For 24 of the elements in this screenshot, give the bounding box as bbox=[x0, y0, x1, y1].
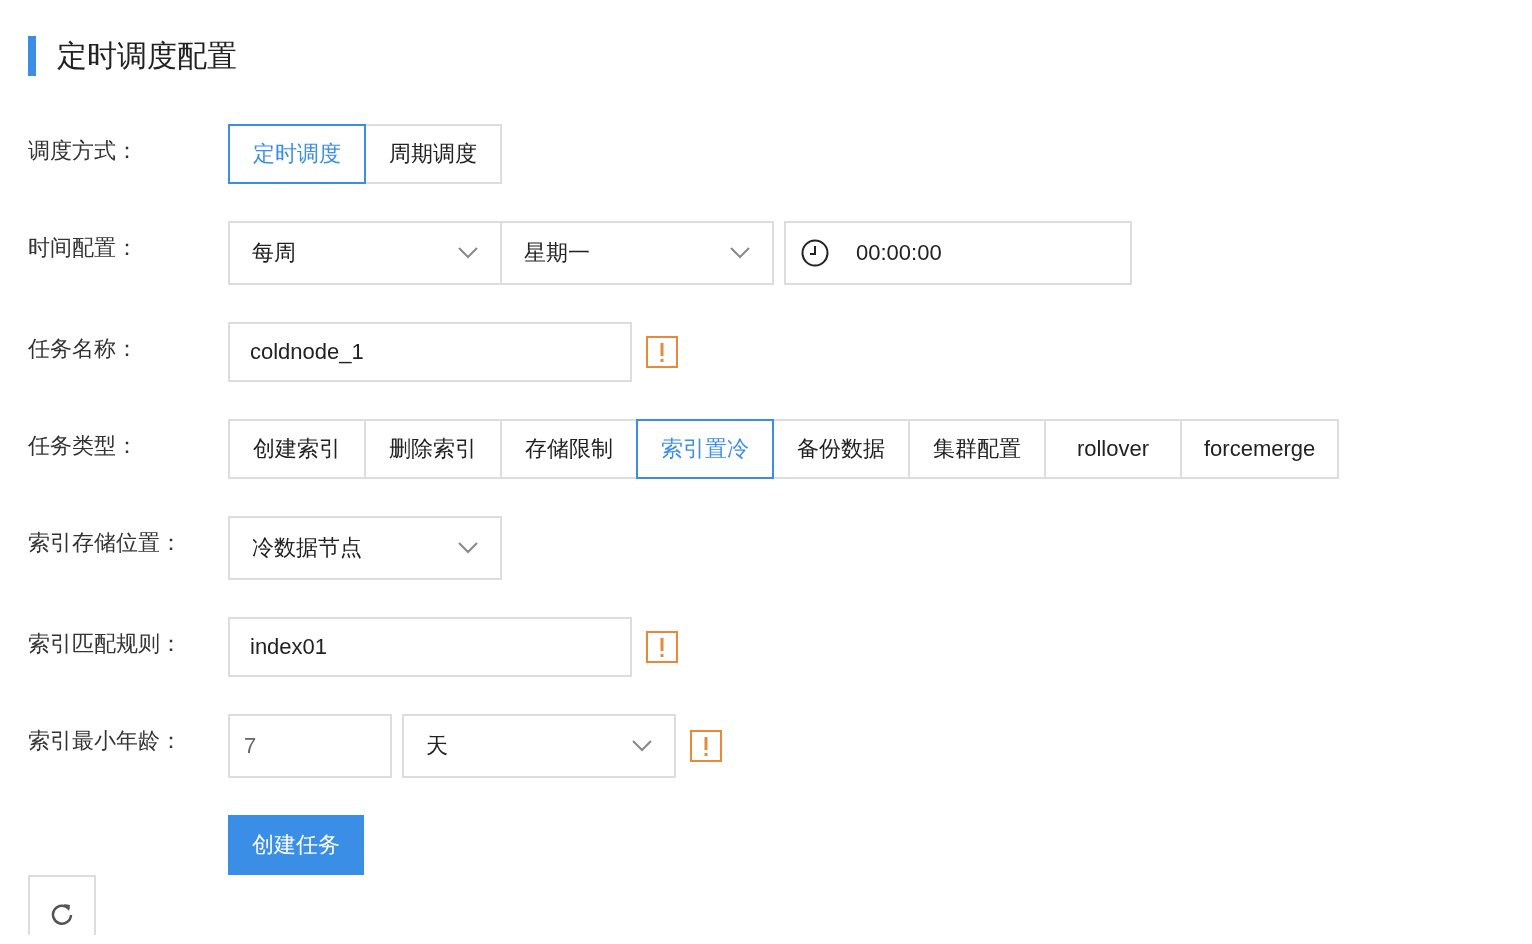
segment-option[interactable]: 周期调度 bbox=[364, 124, 502, 184]
segment-option[interactable]: forcemerge bbox=[1180, 419, 1340, 479]
segment-option[interactable]: 集群配置 bbox=[908, 419, 1046, 479]
segment-option[interactable]: 备份数据 bbox=[772, 419, 910, 479]
segment-option[interactable]: 创建索引 bbox=[228, 419, 366, 479]
select-field[interactable]: 冷数据节点 bbox=[228, 516, 502, 580]
field-label: 索引最小年龄： bbox=[28, 727, 183, 755]
segment-option[interactable]: 存储限制 bbox=[500, 419, 638, 479]
text-field[interactable]: coldnode_1 bbox=[228, 322, 632, 382]
segment-option[interactable]: 删除索引 bbox=[364, 419, 502, 479]
segment-option[interactable]: rollover bbox=[1044, 419, 1182, 479]
section-title: 定时调度配置 bbox=[28, 36, 1532, 76]
field-label: 索引存储位置： bbox=[28, 529, 183, 557]
field-label: 任务类型： bbox=[28, 432, 139, 460]
field-label: 任务名称： bbox=[28, 335, 139, 363]
number-field[interactable]: 7 bbox=[228, 714, 392, 778]
select-field[interactable]: 天 bbox=[402, 714, 676, 778]
time-field[interactable]: 00:00:00 bbox=[784, 221, 1132, 285]
field-label: 调度方式： bbox=[28, 137, 139, 165]
field-label: 索引匹配规则： bbox=[28, 630, 183, 658]
select-field[interactable]: 星期一 bbox=[500, 221, 774, 285]
select-field[interactable]: 每周 bbox=[228, 221, 502, 285]
field-label: 时间配置： bbox=[28, 234, 139, 262]
text-field[interactable]: index01 bbox=[228, 617, 632, 677]
